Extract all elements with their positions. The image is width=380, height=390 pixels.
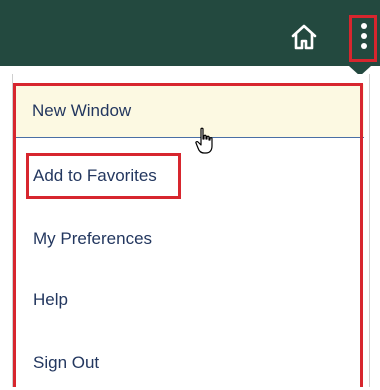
menu-item-add-to-favorites[interactable]: Add to Favorites [16, 149, 360, 203]
home-icon [291, 24, 317, 50]
kebab-menu-icon [361, 23, 367, 53]
menu-item-label: New Window [32, 101, 132, 120]
menu-item-label: My Preferences [33, 229, 153, 248]
header-bar [0, 0, 380, 66]
home-button[interactable] [289, 22, 319, 52]
menu-item-sign-out[interactable]: Sign Out [16, 336, 360, 390]
menu-item-help[interactable]: Help [16, 273, 360, 327]
menu-item-my-preferences[interactable]: My Preferences [16, 212, 360, 266]
menu-item-label: Sign Out [33, 353, 100, 372]
menu-item-new-window[interactable]: New Window [15, 84, 364, 138]
menu-item-label: Help [33, 290, 68, 309]
menu-item-label: Add to Favorites [33, 166, 157, 185]
